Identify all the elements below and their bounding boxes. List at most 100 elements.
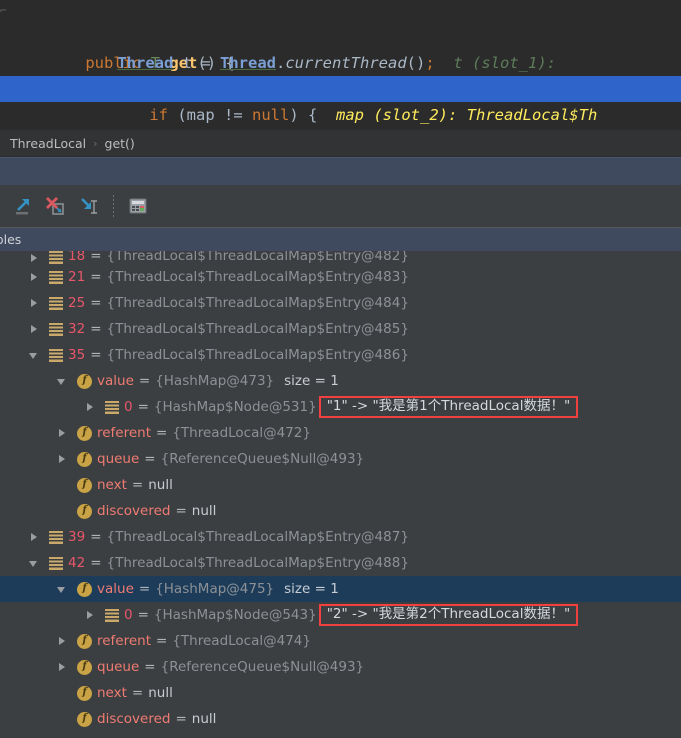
field-icon: f: [77, 581, 92, 597]
tree-node-name: value: [97, 373, 134, 389]
breadcrumb-item-method[interactable]: get(): [105, 136, 135, 151]
tree-node-value: {ReferenceQueue$Null@493}: [160, 659, 365, 675]
field-icon: f: [77, 451, 92, 467]
tree-row[interactable]: f value = {HashMap@473} size = 1: [0, 368, 681, 394]
highlighted-annotation: "2" -> "我是第2个ThreadLocal数据！": [318, 604, 579, 626]
chevron-right-icon[interactable]: [28, 297, 41, 310]
variables-tree[interactable]: 18 = {ThreadLocal$ThreadLocalMap$Entry@482…: [0, 251, 681, 738]
tree-node-name: 0: [124, 399, 133, 415]
tree-equals: =: [144, 659, 156, 675]
evaluate-expression-button[interactable]: [123, 191, 153, 221]
tree-row[interactable]: 0 = {HashMap$Node@543} "2" -> "我是第2个ThreadL…: [0, 602, 681, 628]
chevron-right-icon[interactable]: [28, 251, 41, 264]
tree-node-name: 25: [68, 295, 86, 311]
tree-node-value: {ThreadLocal@472}: [172, 425, 311, 441]
tree-equals: =: [156, 425, 168, 441]
tree-equals: =: [90, 295, 102, 311]
tree-row[interactable]: 42 = {ThreadLocal$ThreadLocalMap$Entry@488…: [0, 550, 681, 576]
tree-row[interactable]: f referent = {ThreadLocal@472}: [0, 420, 681, 446]
step-over-button[interactable]: [8, 191, 38, 221]
chevron-right-icon[interactable]: [28, 271, 41, 284]
tree-row[interactable]: 39 = {ThreadLocal$ThreadLocalMap$Entry@487…: [0, 524, 681, 550]
chevron-right-icon[interactable]: [84, 401, 97, 414]
tree-equals: =: [175, 503, 187, 519]
tree-node-value: null: [191, 503, 217, 519]
code-line-4-current[interactable]: if (map != null) { map (slot_2): ThreadL…: [0, 76, 681, 124]
tree-row[interactable]: f discovered = null: [0, 706, 681, 732]
field-icon: f: [77, 659, 92, 675]
tree-node-value: {HashMap$Node@531}: [153, 399, 317, 415]
chevron-right-icon[interactable]: [84, 609, 97, 622]
code-line-5[interactable]: ThreadLocalMap.Entry e = map.getEntry(th…: [0, 102, 681, 128]
tree-node-value: {ThreadLocal$ThreadLocalMap$Entry@486}: [106, 347, 409, 363]
tree-node-value: {ThreadLocal$ThreadLocalMap$Entry@483}: [106, 269, 409, 285]
tree-node-value: {HashMap@475}: [155, 581, 275, 597]
breadcrumb-separator-icon: ›: [93, 136, 98, 150]
field-icon: f: [77, 373, 92, 389]
chevron-right-icon[interactable]: [56, 661, 69, 674]
tree-node-value: null: [148, 477, 173, 493]
tree-equals: =: [138, 373, 151, 389]
chevron-right-icon[interactable]: [28, 531, 41, 544]
variables-tab-strip[interactable]: ables: [0, 227, 681, 251]
array-element-icon: [105, 608, 119, 622]
tree-equals: =: [137, 399, 149, 415]
chevron-right-icon[interactable]: [56, 453, 69, 466]
debugger-toolbar[interactable]: [0, 185, 681, 227]
tree-node-value: {ThreadLocal@474}: [172, 633, 311, 649]
tree-node-value: {ThreadLocal$ThreadLocalMap$Entry@485}: [106, 321, 409, 337]
code-editor[interactable]: ⌐ public T get() { Thread t = Thread.cur…: [0, 0, 681, 130]
breadcrumb-item-class[interactable]: ThreadLocal: [10, 136, 86, 151]
chevron-down-icon[interactable]: [28, 557, 41, 570]
tree-row[interactable]: f queue = {ReferenceQueue$Null@493}: [0, 446, 681, 472]
tree-row[interactable]: f discovered = null: [0, 498, 681, 524]
tree-row[interactable]: f next = null: [0, 472, 681, 498]
tree-row[interactable]: f referent = {ThreadLocal@474}: [0, 628, 681, 654]
fold-marker-icon[interactable]: ⌐: [0, 0, 12, 18]
tree-row[interactable]: 18 = {ThreadLocal$ThreadLocalMap$Entry@482…: [0, 251, 681, 264]
tree-equals: =: [90, 529, 102, 545]
tree-equals: =: [90, 251, 102, 264]
code-line-1[interactable]: ⌐ public T get() {: [0, 0, 681, 72]
tree-node-name: discovered: [97, 711, 171, 727]
array-element-icon: [49, 270, 63, 284]
tree-row[interactable]: 25 = {ThreadLocal$ThreadLocalMap$Entry@484…: [0, 290, 681, 316]
array-element-icon: [49, 530, 63, 544]
tree-row[interactable]: 32 = {ThreadLocal$ThreadLocalMap$Entry@485…: [0, 316, 681, 342]
code-line-2[interactable]: Thread t = Thread.currentThread(); t (sl…: [0, 24, 681, 72]
tree-row[interactable]: 35 = {ThreadLocal$ThreadLocalMap$Entry@486…: [0, 342, 681, 368]
chevron-down-icon[interactable]: [56, 375, 69, 388]
tree-node-name: 42: [68, 555, 86, 571]
tree-node-name: 39: [68, 529, 86, 545]
code-line-3[interactable]: ThreadLocalMap map = getMap(t); map (slo…: [0, 50, 681, 98]
tree-node-name: 21: [68, 269, 86, 285]
tree-equals: =: [131, 685, 144, 701]
tree-row[interactable]: f value = {HashMap@475} size = 1: [0, 576, 681, 602]
chevron-down-icon[interactable]: [28, 349, 41, 362]
tree-equals: =: [144, 451, 156, 467]
tree-row[interactable]: 0 = {HashMap$Node@531} "1" -> "我是第1个ThreadL…: [0, 394, 681, 420]
force-step-into-button[interactable]: [40, 191, 70, 221]
evaluate-expression-icon: [129, 198, 147, 214]
array-element-icon: [49, 322, 63, 336]
tree-node-value: {HashMap$Node@543}: [153, 607, 317, 623]
tree-node-name: value: [97, 581, 134, 597]
tree-row[interactable]: f next = null: [0, 680, 681, 706]
chevron-right-icon[interactable]: [56, 635, 69, 648]
step-into-button[interactable]: [72, 191, 102, 221]
chevron-right-icon[interactable]: [28, 323, 41, 336]
chevron-down-icon[interactable]: [56, 583, 69, 596]
tree-node-value: {ThreadLocal$ThreadLocalMap$Entry@487}: [106, 529, 409, 545]
breadcrumb[interactable]: ThreadLocal › get(): [0, 130, 681, 157]
chevron-right-icon[interactable]: [56, 427, 69, 440]
tree-node-name: queue: [97, 659, 140, 675]
tree-row[interactable]: 21 = {ThreadLocal$ThreadLocalMap$Entry@483…: [0, 264, 681, 290]
debugger-tab-strip[interactable]: [0, 157, 681, 185]
tree-equals: =: [131, 477, 144, 493]
tab-variables[interactable]: ables: [0, 232, 21, 247]
tree-row[interactable]: f queue = {ReferenceQueue$Null@493}: [0, 654, 681, 680]
tree-node-value: {HashMap@473}: [155, 373, 275, 389]
